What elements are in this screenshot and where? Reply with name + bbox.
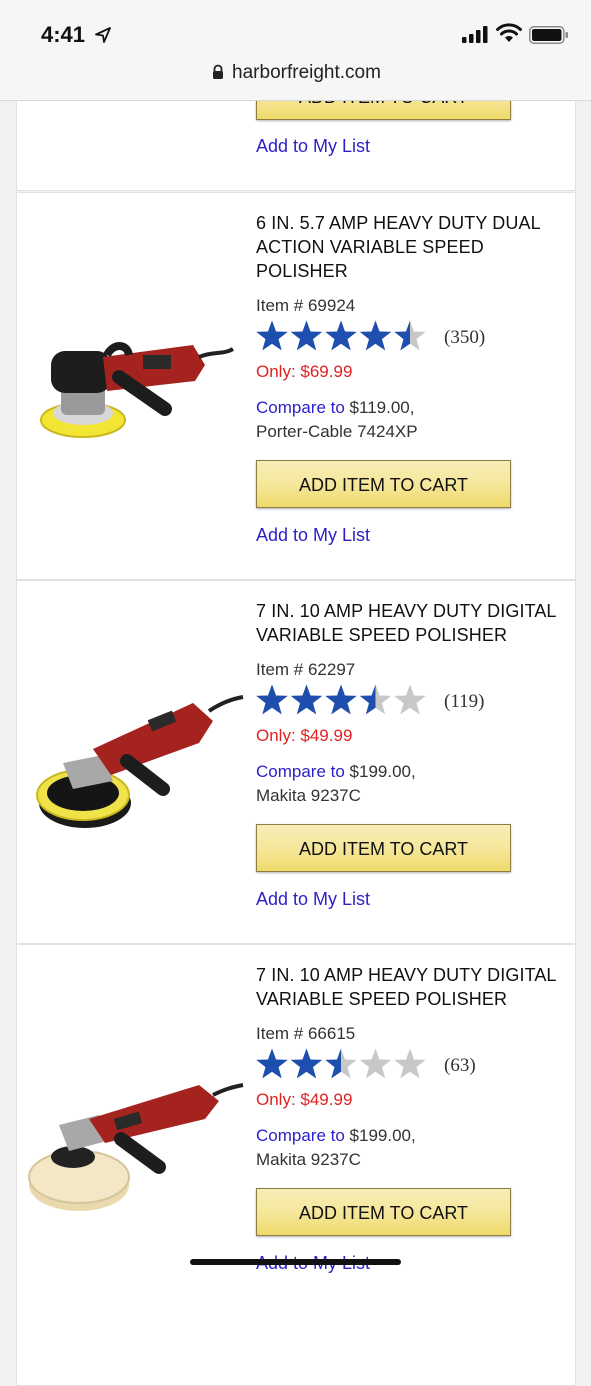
star-icon	[394, 684, 426, 715]
product-title[interactable]: 7 IN. 10 AMP HEAVY DUTY DIGITAL VARIABLE…	[256, 599, 574, 647]
item-number: Item # 66615	[256, 1024, 356, 1043]
add-to-list-link[interactable]: Add to My List	[256, 136, 574, 157]
compare-price: Compare to $199.00, Makita 9237C	[256, 1124, 574, 1172]
url-text: harborfreight.com	[232, 62, 381, 83]
sale-price: Only: $49.99	[256, 726, 353, 745]
status-bar: 4:41 harborfreight.com	[0, 0, 591, 101]
star-icon	[290, 320, 323, 351]
review-count[interactable]: (63)	[444, 1055, 476, 1077]
wifi-icon	[496, 23, 522, 42]
compare-link[interactable]: Compare to	[256, 1126, 345, 1145]
star-icon	[256, 1048, 288, 1079]
compare-model: Porter-Cable 7424XP	[256, 422, 418, 441]
star-rating	[256, 1048, 426, 1079]
compare-amount: $199.00,	[344, 1126, 416, 1145]
star-icon	[394, 320, 426, 351]
product-title[interactable]: 7 IN. 10 AMP HEAVY DUTY DIGITAL VARIABLE…	[256, 963, 574, 1011]
star-icon	[256, 684, 288, 715]
item-number: Item # 69924	[256, 296, 356, 315]
star-icon	[290, 1048, 323, 1079]
product-image[interactable]	[23, 1045, 245, 1245]
compare-model: Makita 9237C	[256, 786, 361, 805]
rating[interactable]: (350)	[256, 318, 574, 352]
product-card: 6 IN. 5.7 AMP HEAVY DUTY DUAL ACTION VAR…	[16, 192, 576, 580]
item-number: Item # 62297	[256, 660, 356, 679]
review-count[interactable]: (350)	[444, 327, 485, 349]
product-image[interactable]	[23, 285, 245, 485]
home-indicator[interactable]	[190, 1259, 401, 1265]
compare-link[interactable]: Compare to	[256, 398, 345, 417]
review-count[interactable]: (119)	[444, 691, 484, 713]
compare-link[interactable]: Compare to	[256, 762, 345, 781]
star-icon	[359, 684, 392, 715]
product-card: 7 IN. 10 AMP HEAVY DUTY DIGITAL VARIABLE…	[16, 580, 576, 944]
add-to-list-link[interactable]: Add to My List	[256, 889, 574, 910]
star-icon	[256, 320, 288, 351]
add-to-cart-button[interactable]: ADD ITEM TO CART	[256, 1188, 511, 1236]
star-icon	[325, 1048, 357, 1079]
star-rating	[256, 684, 426, 715]
cellular-signal-icon	[462, 26, 488, 43]
sale-price: Only: $69.99	[256, 362, 353, 381]
product-image[interactable]	[23, 663, 245, 863]
compare-amount: $119.00,	[344, 398, 415, 417]
star-icon	[359, 1048, 392, 1079]
rating[interactable]: (63)	[256, 1046, 574, 1080]
star-icon	[325, 320, 357, 351]
battery-icon	[529, 26, 568, 44]
sale-price: Only: $49.99	[256, 1090, 353, 1109]
star-icon	[325, 684, 357, 715]
star-icon	[290, 684, 323, 715]
lock-icon	[213, 64, 224, 79]
compare-amount: $199.00,	[344, 762, 416, 781]
add-to-list-link[interactable]: Add to My List	[256, 525, 574, 546]
compare-price: Compare to $119.00, Porter-Cable 7424XP	[256, 396, 574, 444]
rating[interactable]: (119)	[256, 682, 574, 716]
compare-price: Compare to $199.00, Makita 9237C	[256, 760, 574, 808]
url-bar[interactable]: harborfreight.com	[0, 62, 591, 84]
add-to-cart-button[interactable]: ADD ITEM TO CART	[256, 460, 511, 508]
product-card: 7 IN. 10 AMP HEAVY DUTY DIGITAL VARIABLE…	[16, 944, 576, 1386]
product-title[interactable]: 6 IN. 5.7 AMP HEAVY DUTY DUAL ACTION VAR…	[256, 211, 574, 283]
compare-model: Makita 9237C	[256, 1150, 361, 1169]
star-icon	[359, 320, 392, 351]
add-to-cart-button[interactable]: ADD ITEM TO CART	[256, 824, 511, 872]
location-arrow-icon	[95, 27, 111, 43]
product-card-partial: ADD ITEM TO CART Add to My List	[16, 72, 576, 191]
status-time: 4:41	[41, 22, 86, 47]
star-icon	[394, 1048, 426, 1079]
star-rating	[256, 320, 426, 351]
